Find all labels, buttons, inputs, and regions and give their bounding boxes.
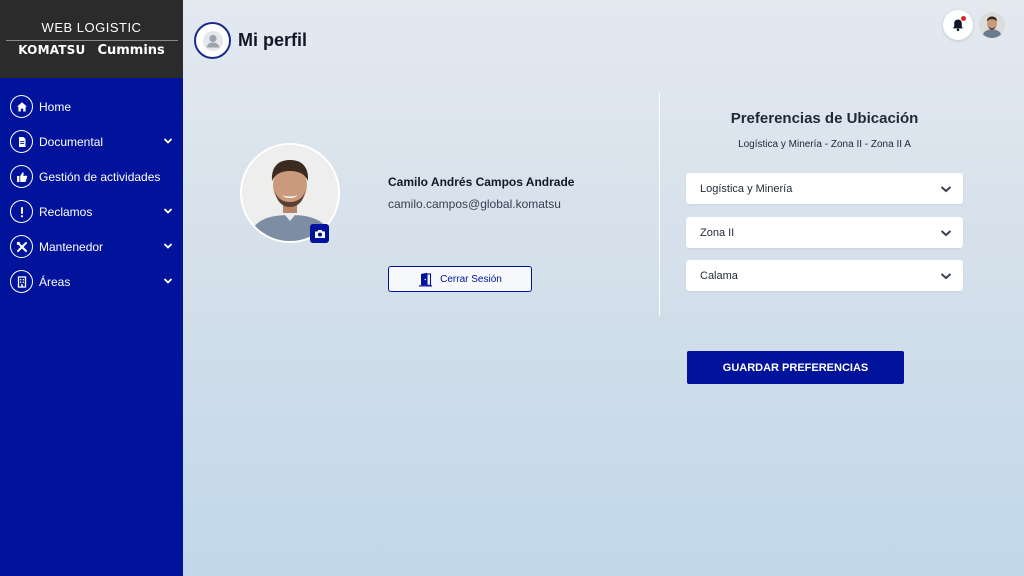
save-preferences-button[interactable]: GUARDAR PREFERENCIAS <box>687 351 904 384</box>
sidebar-item-gestion-actividades[interactable]: Gestión de actividades <box>0 159 183 194</box>
building-icon <box>10 270 33 293</box>
sidebar-item-label: Reclamos <box>39 204 93 219</box>
sidebar-item-mantenedor[interactable]: Mantenedor <box>0 229 183 264</box>
sidebar-item-label: Documental <box>39 134 104 149</box>
page-header: Mi perfil <box>194 22 307 59</box>
sidebar-item-label: Áreas <box>39 274 71 289</box>
exclamation-icon <box>10 200 33 223</box>
notification-dot <box>961 16 966 21</box>
sidebar-item-label: Mantenedor <box>39 239 104 254</box>
door-exit-icon <box>419 272 433 286</box>
logout-button[interactable]: Cerrar Sesión <box>388 266 532 292</box>
select-value: Zona II <box>700 226 735 239</box>
zone-select[interactable]: Zona II <box>686 217 963 248</box>
sidebar-item-home[interactable]: Home <box>0 89 183 124</box>
user-icon <box>194 22 231 59</box>
brand-divider <box>5 40 178 41</box>
top-actions <box>943 10 1005 40</box>
chevron-down-icon <box>163 278 173 284</box>
profile-name: Camilo Andrés Campos Andrade <box>388 175 575 189</box>
camera-icon <box>314 229 325 238</box>
sidebar-item-reclamos[interactable]: Reclamos <box>0 194 183 229</box>
vertical-divider <box>659 93 660 316</box>
logout-label: Cerrar Sesión <box>440 273 502 285</box>
area-select[interactable]: Logística y Minería <box>686 173 963 204</box>
brand-header: WEB LOGISTIC KOMATSU Cummins <box>0 0 183 78</box>
avatar[interactable] <box>979 12 1005 38</box>
chevron-down-icon <box>940 186 952 193</box>
profile-email: camilo.campos@global.komatsu <box>388 197 561 211</box>
brand-title: WEB LOGISTIC <box>41 20 142 35</box>
chevron-down-icon <box>940 273 952 280</box>
preferences-title: Preferencias de Ubicación <box>730 110 919 127</box>
chevron-down-icon <box>163 243 173 249</box>
sidebar-item-areas[interactable]: Áreas <box>0 264 183 299</box>
home-icon <box>10 95 33 118</box>
sidebar: WEB LOGISTIC KOMATSU Cummins Home Docume… <box>0 0 183 576</box>
chevron-down-icon <box>163 208 173 214</box>
notifications-button[interactable] <box>943 10 973 40</box>
chevron-down-icon <box>163 138 173 144</box>
location-select[interactable]: Calama <box>686 260 963 291</box>
tools-icon <box>10 235 33 258</box>
document-icon <box>10 130 33 153</box>
change-photo-button[interactable] <box>310 224 329 243</box>
cummins-logo: Cummins <box>97 43 165 58</box>
sidebar-nav: Home Documental Gestión de actividades R… <box>0 78 183 299</box>
sidebar-item-label: Home <box>39 99 72 114</box>
thumbs-up-icon <box>10 165 33 188</box>
select-value: Logística y Minería <box>700 182 793 195</box>
sidebar-item-documental[interactable]: Documental <box>0 124 183 159</box>
preferences-subtitle: Logística y Minería - Zona II - Zona II … <box>738 139 911 150</box>
komatsu-logo: KOMATSU <box>18 43 86 57</box>
main-content: Mi perfil Camilo Andrés Campos Andrade c… <box>183 0 1024 576</box>
brand-logos: KOMATSU Cummins <box>18 43 165 58</box>
sidebar-item-label: Gestión de actividades <box>39 169 161 184</box>
page-title: Mi perfil <box>238 30 308 50</box>
select-value: Calama <box>700 269 738 282</box>
chevron-down-icon <box>940 230 952 237</box>
